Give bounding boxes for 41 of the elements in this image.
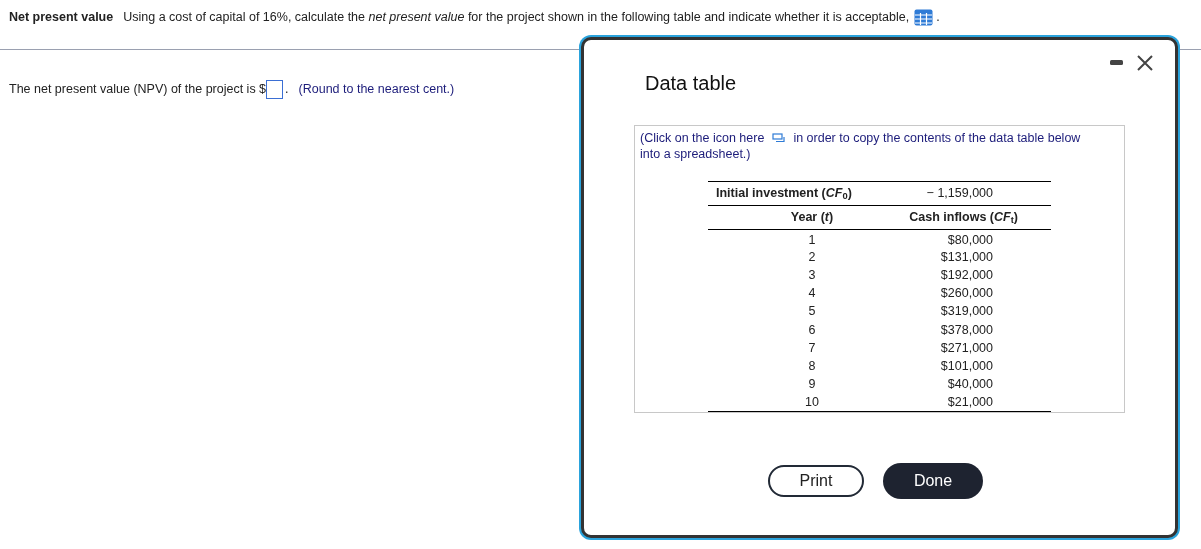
minimize-icon[interactable] [1110,60,1123,66]
table-cell: $21,000 [947,395,993,410]
table-cell: $101,000 [940,358,993,373]
table-cell: $80,000 [947,233,993,248]
table-cell: $131,000 [940,249,993,264]
table-cell: 6 [808,322,816,337]
dialog-button[interactable]: Done [883,463,983,499]
table-cell: 3 [808,267,816,282]
table-icon[interactable] [914,8,934,26]
table-cell: 4 [808,286,816,301]
row-label: Initial investment (CF$_{0}$) [716,186,852,201]
answer-field[interactable] [266,79,284,99]
table-cell: $271,000 [940,340,993,355]
table-cell: $378,000 [940,322,993,337]
answer-period: . [285,80,289,98]
table-cell: 5 [808,304,816,319]
question-heading: Net present value [9,9,114,26]
table-cell: $319,000 [940,304,993,319]
table-cell: 1 [808,233,816,248]
dialog-button[interactable]: Print [768,465,864,497]
question-period: . [936,9,940,26]
table-cell: $40,000 [947,377,993,392]
copy-icon[interactable] [772,133,786,143]
table-cell: 7 [808,340,816,355]
close-icon[interactable] [1137,55,1153,71]
question-text: Using a cost of capital of 16%, calculate the net present value for the project shown in the following table and indicate whether it is acceptable, [123,9,910,26]
copy-note-start: (Click on the icon here [640,130,765,146]
copy-note-end: in order to copy the contents of the data table below [793,130,1081,146]
answer-prompt: The net present value (NPV) of the project is $ [9,80,267,98]
table-cell: 10 [805,395,819,410]
table-cell: − 1,159,000 [926,186,993,201]
table-cell: $192,000 [940,267,993,282]
column-header: Year (t) [790,210,834,225]
dialog-title: Data table [645,71,737,96]
table-cell: $260,000 [940,286,993,301]
table-cell: 9 [808,377,816,392]
rounding-hint: (Round to the nearest cent.) [298,80,455,98]
table-cell: 8 [808,358,816,373]
column-header: Cash inflows (CF$_{t}$) [909,210,1018,225]
table-cell: 2 [808,249,816,264]
copy-note-line: into a spreadsheet.) [640,147,751,161]
